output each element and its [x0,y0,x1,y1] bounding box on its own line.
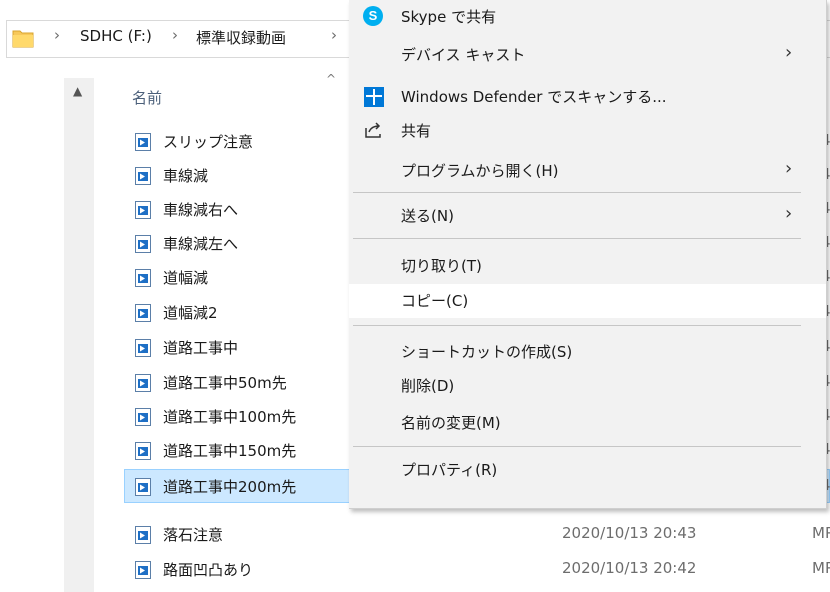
chevron-right-icon: › [785,42,793,63]
file-name: 道路工事中150m先 [163,442,297,460]
video-file-icon [135,526,151,548]
video-file-icon [135,235,151,257]
menu-item-label: Skype で共有 [401,8,497,26]
file-name: 車線減左へ [163,235,239,253]
menu-item-defender-scan[interactable]: Windows Defender でスキャンする... [349,80,826,114]
file-name: 車線減右へ [163,201,239,219]
video-file-icon [135,304,151,326]
file-name: 路面凹凸あり [163,561,254,579]
file-name: 車線減 [163,167,209,185]
video-file-icon [135,133,151,155]
menu-item-send-to[interactable]: 送る(N) › [349,199,826,233]
menu-item-label: 切り取り(T) [401,257,482,275]
file-row[interactable]: 路面凹凸あり 2020/10/13 20:42 MP4 [0,552,830,586]
video-file-icon [135,408,151,430]
row-background [124,517,830,551]
file-date: 2020/10/13 20:43 [562,524,697,542]
menu-item-label: プログラムから開く(H) [401,162,559,180]
menu-item-device-cast[interactable]: デバイス キャスト › [349,42,826,78]
video-file-icon [135,339,151,361]
menu-item-rename[interactable]: 名前の変更(M) [349,406,826,440]
file-name: 道幅減 [163,269,209,287]
video-file-icon [135,374,151,396]
breadcrumb-separator: › [54,26,60,44]
video-file-icon [135,561,151,583]
skype-icon: S [363,6,383,26]
breadcrumb-separator: › [331,26,337,44]
menu-item-copy[interactable]: コピー(C) [349,284,826,318]
breadcrumb-folder[interactable]: 標準収録動画 [196,27,286,48]
menu-separator [353,446,801,447]
file-name: 道路工事中200m先 [163,478,297,496]
folder-icon [12,28,34,52]
file-type: MP4 [812,559,830,577]
file-name: 道路工事中 [163,339,239,357]
defender-icon [363,86,385,112]
video-file-icon [135,269,151,291]
file-row[interactable]: 落石注意 2020/10/13 20:43 MP4 [0,517,830,551]
breadcrumb-separator: › [172,26,178,44]
file-date: 2020/10/13 20:42 [562,559,697,577]
chevron-right-icon: › [785,203,793,224]
file-name: スリップ注意 [163,133,254,151]
scroll-up-icon[interactable]: ▲ [73,84,82,98]
menu-separator [353,325,801,326]
context-menu: S Skype で共有 デバイス キャスト › Windows Defender… [349,0,827,509]
share-icon [363,120,383,144]
menu-item-label: Windows Defender でスキャンする... [401,88,667,106]
video-file-icon [135,442,151,464]
breadcrumb-drive[interactable]: SDHC (F:) [80,27,152,45]
menu-item-cut[interactable]: 切り取り(T) [349,249,826,283]
file-name: 道幅減2 [163,304,218,322]
menu-item-create-shortcut[interactable]: ショートカットの作成(S) [349,335,826,369]
column-header-name[interactable]: 名前 [132,87,162,108]
menu-item-skype-share[interactable]: S Skype で共有 [349,0,826,34]
video-file-icon [135,201,151,223]
menu-item-open-with[interactable]: プログラムから開く(H) › [349,154,826,188]
chevron-right-icon: › [785,158,793,179]
file-type: MP4 [812,524,830,542]
video-file-icon [135,167,151,189]
menu-item-label: 削除(D) [401,377,455,395]
menu-item-label: ショートカットの作成(S) [401,343,573,361]
menu-separator [353,192,801,193]
menu-item-properties[interactable]: プロパティ(R) [349,453,826,487]
file-name: 道路工事中50m先 [163,374,287,392]
video-file-icon [135,478,151,500]
menu-item-label: 共有 [401,122,432,140]
menu-item-share[interactable]: 共有 [349,114,826,148]
menu-item-label: プロパティ(R) [401,461,498,479]
file-name: 道路工事中100m先 [163,408,297,426]
menu-item-label: 送る(N) [401,207,454,225]
sort-ascending-icon: ^ [326,72,337,86]
menu-item-label: コピー(C) [401,292,469,310]
menu-item-label: 名前の変更(M) [401,414,501,432]
menu-separator [353,238,801,239]
menu-item-label: デバイス キャスト [401,46,526,64]
file-name: 落石注意 [163,526,224,544]
menu-item-delete[interactable]: 削除(D) [349,369,826,403]
